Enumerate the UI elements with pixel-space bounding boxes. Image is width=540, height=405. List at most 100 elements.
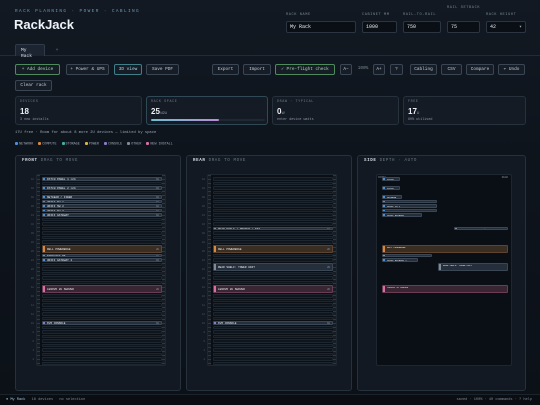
preflight-check-button[interactable]: ✓ Pre-flight check <box>275 64 335 75</box>
side-depth-device[interactable]: UNIFI GATEWAY <box>382 213 422 217</box>
empty-rack-slot[interactable] <box>213 208 333 213</box>
side-depth-device[interactable]: UNIFI SW 2 <box>382 204 437 208</box>
empty-rack-slot[interactable] <box>213 330 333 334</box>
empty-rack-slot[interactable] <box>213 348 333 352</box>
add-device-button[interactable]: + Add device <box>15 64 60 75</box>
cabinet-mm-input[interactable]: 1000 <box>362 21 397 33</box>
zoom-in-button[interactable]: A+ <box>373 64 385 75</box>
empty-rack-slot[interactable] <box>42 316 162 321</box>
clear-rack-button[interactable]: Clear rack <box>15 80 52 91</box>
empty-rack-slot[interactable] <box>42 267 162 271</box>
empty-rack-slot[interactable] <box>213 312 333 316</box>
empty-rack-slot[interactable] <box>213 316 333 321</box>
empty-rack-slot[interactable] <box>213 186 333 190</box>
rack-device[interactable]: UNIFI SW 2 1U <box>42 204 162 208</box>
empty-rack-slot[interactable] <box>213 204 333 208</box>
csv-button[interactable]: CSV <box>441 64 462 75</box>
empty-rack-slot[interactable] <box>213 190 333 195</box>
rack-device[interactable]: UNIFI GATEWAY 2 1U <box>42 258 162 262</box>
empty-rack-slot[interactable] <box>42 339 162 343</box>
empty-rack-slot[interactable] <box>42 280 162 285</box>
side-depth-device[interactable]: UNIFI SW 3 <box>382 208 437 213</box>
export-button[interactable]: Export <box>212 64 239 75</box>
rack-device[interactable]: DELL POWEREDGE 2U <box>213 244 333 253</box>
rack-device[interactable]: LENOVO 2U SERVER 2U <box>42 285 162 294</box>
tab-add[interactable]: + <box>49 45 65 57</box>
side-depth-device[interactable]: DELL POWEREDGE <box>382 244 508 253</box>
import-button[interactable]: Import <box>243 64 271 75</box>
empty-rack-slot[interactable] <box>42 357 162 361</box>
zoom-out-button[interactable]: A− <box>340 64 352 75</box>
empty-rack-slot[interactable] <box>213 181 333 186</box>
rack-height-select[interactable]: 42 <box>486 21 526 33</box>
empty-rack-slot[interactable] <box>42 303 162 307</box>
empty-rack-slot[interactable] <box>42 222 162 226</box>
empty-rack-slot[interactable] <box>213 177 333 181</box>
empty-rack-slot[interactable] <box>42 343 162 348</box>
empty-rack-slot[interactable] <box>42 217 162 222</box>
empty-rack-slot[interactable] <box>213 357 333 361</box>
compare-button[interactable]: Compare <box>466 64 494 75</box>
help-button[interactable]: ? <box>390 64 403 75</box>
side-depth-device[interactable]: REAR SHELF: TOWER UNIT <box>438 262 508 271</box>
rack-device[interactable]: REAR SHELF / ROUTER / NAT 1U <box>213 226 333 231</box>
empty-rack-slot[interactable] <box>213 253 333 258</box>
cabling-button[interactable]: Cabling <box>410 64 437 75</box>
empty-rack-slot[interactable] <box>42 325 162 330</box>
empty-rack-slot[interactable] <box>213 298 333 303</box>
empty-rack-slot[interactable] <box>213 217 333 222</box>
empty-rack-slot[interactable] <box>42 240 162 244</box>
empty-rack-slot[interactable] <box>213 334 333 339</box>
side-depth-device[interactable]: NETGEAR <box>382 195 402 199</box>
side-depth-device[interactable]: LENOVO 2U SERVER <box>382 285 508 294</box>
empty-rack-slot[interactable] <box>42 262 162 267</box>
empty-rack-slot[interactable] <box>42 181 162 186</box>
empty-rack-slot[interactable] <box>213 303 333 307</box>
empty-rack-slot[interactable] <box>42 276 162 280</box>
empty-rack-slot[interactable] <box>213 343 333 348</box>
empty-rack-slot[interactable] <box>42 190 162 195</box>
rail-to-rail-input[interactable]: 750 <box>403 21 441 33</box>
rack-device[interactable]: PATCH PANEL 2 ×24 1U <box>42 186 162 190</box>
undo-button[interactable]: ↶ Undo <box>498 64 525 75</box>
side-depth-device[interactable]: SYNOLOGY <box>382 253 432 258</box>
empty-rack-slot[interactable] <box>42 330 162 334</box>
rack-device[interactable]: LENOVO 2U SERVER 2U <box>213 285 333 294</box>
rack-device[interactable]: NETGEAR / FIBER 1U <box>42 195 162 199</box>
rack-device[interactable]: KVM CONSOLE 1U <box>42 321 162 325</box>
empty-rack-slot[interactable] <box>213 231 333 235</box>
empty-rack-slot[interactable] <box>42 307 162 312</box>
tab-my-rack[interactable]: My Rack <box>15 44 45 59</box>
rack-name-input[interactable]: My Rack <box>286 21 356 33</box>
empty-rack-slot[interactable] <box>213 195 333 199</box>
empty-rack-slot[interactable] <box>42 226 162 231</box>
empty-rack-slot[interactable] <box>213 325 333 330</box>
empty-rack-slot[interactable] <box>42 298 162 303</box>
empty-rack-slot[interactable] <box>42 334 162 339</box>
empty-rack-slot[interactable] <box>213 258 333 262</box>
empty-rack-slot[interactable] <box>213 222 333 226</box>
empty-rack-slot[interactable] <box>42 294 162 298</box>
empty-rack-slot[interactable] <box>213 307 333 312</box>
empty-rack-slot[interactable] <box>42 352 162 357</box>
empty-rack-slot[interactable] <box>42 231 162 235</box>
side-depth-device[interactable]: UNIFI GATEWAY 2 <box>382 258 418 262</box>
empty-rack-slot[interactable] <box>42 348 162 352</box>
empty-rack-slot[interactable] <box>213 280 333 285</box>
rack-device[interactable]: UNIFI SW 3 1U <box>42 208 162 213</box>
rack-device[interactable]: PATCH PANEL 1 ×24 1U <box>42 177 162 181</box>
empty-rack-slot[interactable] <box>213 339 333 343</box>
empty-rack-slot[interactable] <box>213 235 333 240</box>
rack-device[interactable]: KVM CONSOLE 1U <box>213 321 333 325</box>
empty-rack-slot[interactable] <box>213 352 333 357</box>
empty-rack-slot[interactable] <box>213 271 333 276</box>
rack-device[interactable]: SYNOLOGY RS 1U <box>42 253 162 258</box>
empty-rack-slot[interactable] <box>42 235 162 240</box>
rack-device[interactable]: UNIFI SW 1 1U <box>42 199 162 204</box>
side-depth-device[interactable]: REAR SHELF: ROUTER / NAT <box>454 226 508 231</box>
empty-rack-slot[interactable] <box>42 271 162 276</box>
empty-rack-slot[interactable] <box>213 276 333 280</box>
empty-rack-slot[interactable] <box>42 361 162 366</box>
empty-rack-slot[interactable] <box>213 240 333 244</box>
rack-device[interactable]: DELL POWEREDGE 2U <box>42 244 162 253</box>
